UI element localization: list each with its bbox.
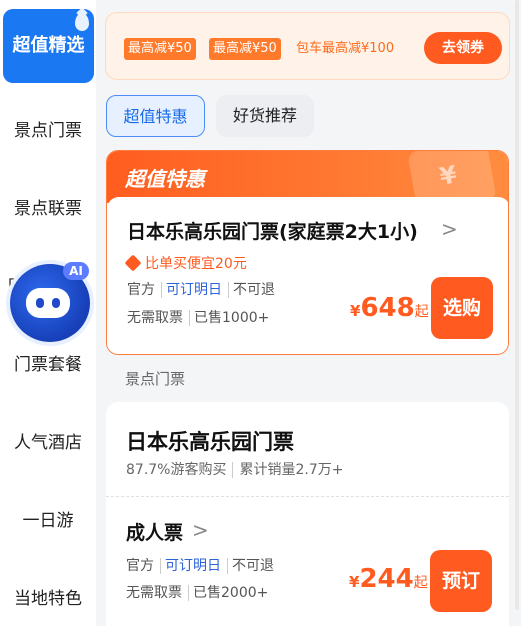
ticket-card[interactable]: 日本乐高乐园门票 87.7%游客购买 累计销量2.7万+ 成人票 > 官方 可订明日… bbox=[106, 402, 509, 626]
tag-book-tomorrow: 可订明日 bbox=[165, 558, 228, 574]
park-name[interactable]: 日本乐高乐园门票 bbox=[126, 426, 294, 456]
meta-no-pickup: 无需取票 bbox=[126, 585, 189, 601]
sidebar-item-label: 超值精选 bbox=[12, 35, 85, 56]
ticket-meta: 无需取票 已售2000+ bbox=[126, 582, 278, 602]
book-button[interactable]: 预订 bbox=[430, 550, 492, 612]
coupon-banner[interactable]: 最高减¥50 最高减¥50 包车最高减¥100 去领券 bbox=[105, 12, 510, 80]
deal-header: 超值特惠 ¥ bbox=[107, 151, 508, 214]
tag-book-tomorrow: 可订明日 bbox=[166, 282, 229, 298]
deal-body: 日本乐高乐园门票(家庭票2大1小) > 比单买便宜20元 官方 可订明日 不可退 无… bbox=[107, 197, 508, 354]
ticket-price: ¥244起 bbox=[349, 564, 428, 594]
meta-sold-count: 已售2000+ bbox=[193, 585, 269, 601]
tag-non-refundable: 不可退 bbox=[233, 282, 275, 298]
coupon-chip: 最高减¥50 bbox=[124, 38, 196, 60]
coupon-chip: 包车最高减¥100 bbox=[296, 41, 395, 56]
robot-antenna bbox=[59, 298, 69, 310]
divider bbox=[106, 496, 509, 497]
chevron-right-icon[interactable]: > bbox=[441, 217, 458, 241]
tag-official: 官方 bbox=[127, 282, 162, 298]
tab-recommended-goods[interactable]: 好货推荐 bbox=[216, 95, 314, 137]
ticket-type-title[interactable]: 成人票 bbox=[126, 518, 183, 545]
droplet-icon bbox=[75, 13, 89, 31]
tag-non-refundable: 不可退 bbox=[232, 558, 274, 574]
sidebar-item-value-picks[interactable]: 超值精选 bbox=[3, 9, 94, 83]
ticket-tags: 官方 可订明日 不可退 bbox=[126, 555, 284, 575]
deal-price: ¥648起 bbox=[350, 293, 429, 323]
purchase-rate: 87.7%游客购买 bbox=[126, 462, 234, 478]
product-meta: 无需取票 已售1000+ bbox=[127, 307, 279, 327]
section-title: 景点门票 bbox=[125, 370, 186, 388]
coupon-chip: 最高减¥50 bbox=[209, 38, 281, 60]
meta-sold-count: 已售1000+ bbox=[194, 310, 270, 326]
product-tags: 官方 可订明日 不可退 bbox=[127, 279, 285, 299]
sidebar-item-day-tour[interactable]: 一日游 bbox=[0, 506, 96, 531]
park-stats: 87.7%游客购买 累计销量2.7万+ bbox=[126, 459, 343, 479]
meta-no-pickup: 无需取票 bbox=[127, 310, 190, 326]
savings-badge: 比单买便宜20元 bbox=[124, 253, 247, 273]
sidebar-item-local-specialty[interactable]: 当地特色 bbox=[0, 584, 96, 609]
total-sales: 累计销量2.7万+ bbox=[239, 462, 344, 478]
sidebar-item-combo-tickets[interactable]: 景点联票 bbox=[0, 194, 96, 219]
ai-badge: AI bbox=[63, 262, 89, 280]
robot-eye-right bbox=[52, 298, 60, 308]
tag-official: 官方 bbox=[126, 558, 161, 574]
scrollbar[interactable] bbox=[515, 0, 519, 610]
robot-icon bbox=[26, 288, 70, 318]
deal-card[interactable]: 超值特惠 ¥ 日本乐高乐园门票(家庭票2大1小) > 比单买便宜20元 官方 可订… bbox=[106, 150, 509, 355]
deal-header-title: 超值特惠 bbox=[125, 167, 205, 191]
robot-eye-left bbox=[36, 298, 44, 308]
select-buy-button[interactable]: 选购 bbox=[431, 277, 493, 339]
chevron-right-icon[interactable]: > bbox=[192, 518, 209, 542]
savings-text: 比单买便宜20元 bbox=[145, 256, 247, 272]
product-title[interactable]: 日本乐高乐园门票(家庭票2大1小) bbox=[127, 217, 418, 244]
claim-coupon-button[interactable]: 去领券 bbox=[424, 32, 502, 64]
sidebar-item-attraction-tickets[interactable]: 景点门票 bbox=[0, 116, 96, 141]
tab-value-deals[interactable]: 超值特惠 bbox=[106, 95, 205, 137]
tag-icon bbox=[124, 254, 142, 272]
sidebar-item-popular-hotels[interactable]: 人气酒店 bbox=[0, 428, 96, 453]
sidebar-item-ticket-packages[interactable]: 门票套餐 bbox=[0, 350, 96, 375]
